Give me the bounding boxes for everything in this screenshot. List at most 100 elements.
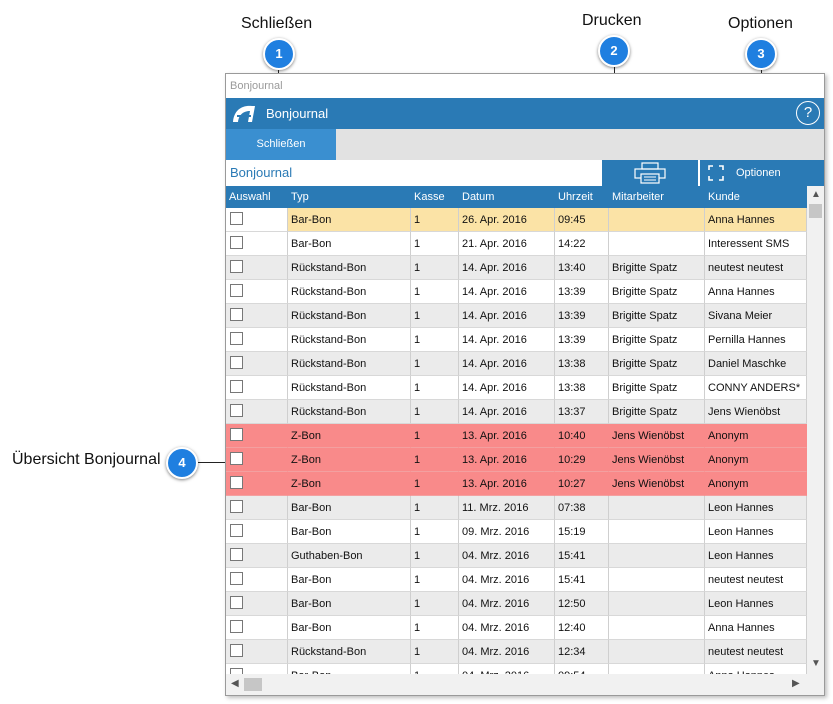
cell-kasse: 1 — [411, 280, 459, 304]
table-row[interactable]: Guthaben-Bon 1 04. Mrz. 2016 15:41 Leon Hann… — [226, 544, 807, 568]
cell-mitarbeiter — [609, 664, 705, 674]
table-row[interactable]: Rückstand-Bon 1 14. Apr. 2016 13:40 Brigitte… — [226, 256, 807, 280]
table-header: Auswahl Typ Kasse Datum Uhrzeit Mitarbei… — [226, 186, 807, 208]
row-select-checkbox[interactable] — [230, 524, 243, 537]
options-button[interactable]: Optionen — [700, 160, 824, 186]
cell-datum: 11. Mrz. 2016 — [459, 496, 555, 520]
row-select-checkbox[interactable] — [230, 404, 243, 417]
close-button[interactable]: Schließen — [226, 129, 336, 160]
help-icon[interactable]: ? — [796, 101, 820, 125]
row-select-checkbox[interactable] — [230, 596, 243, 609]
table-row[interactable]: Rückstand-Bon 1 04. Mrz. 2016 12:34 neutest … — [226, 640, 807, 664]
row-select-checkbox[interactable] — [230, 644, 243, 657]
cell-kasse: 1 — [411, 544, 459, 568]
table-row[interactable]: Bar-Bon 1 11. Mrz. 2016 07:38 Leon Hannes — [226, 496, 807, 520]
table-row[interactable]: Bar-Bon 1 09. Mrz. 2016 15:19 Leon Hannes — [226, 520, 807, 544]
cell-auswahl — [226, 616, 288, 640]
options-label: Optionen — [736, 167, 781, 179]
cell-uhrzeit: 10:40 — [555, 424, 609, 448]
horizontal-scrollbar[interactable]: ◀ ▶ — [226, 674, 807, 695]
cell-auswahl — [226, 232, 288, 256]
row-select-checkbox[interactable] — [230, 428, 243, 441]
cell-auswahl — [226, 448, 288, 472]
cell-uhrzeit: 15:19 — [555, 520, 609, 544]
cell-uhrzeit: 13:39 — [555, 328, 609, 352]
table-row[interactable]: Rückstand-Bon 1 14. Apr. 2016 13:39 Brigitte… — [226, 328, 807, 352]
cell-datum: 14. Apr. 2016 — [459, 304, 555, 328]
cell-kasse: 1 — [411, 592, 459, 616]
table-row[interactable]: Bar-Bon 1 26. Apr. 2016 09:45 Anna Hannes — [226, 208, 807, 232]
cell-kunde: neutest neutest — [705, 256, 807, 280]
cell-uhrzeit: 09:54 — [555, 664, 609, 674]
cell-typ: Rückstand-Bon — [288, 352, 411, 376]
scroll-left-icon[interactable]: ◀ — [231, 678, 239, 689]
row-select-checkbox[interactable] — [230, 476, 243, 489]
row-select-checkbox[interactable] — [230, 380, 243, 393]
cell-uhrzeit: 10:29 — [555, 448, 609, 472]
cell-mitarbeiter: Brigitte Spatz — [609, 304, 705, 328]
cell-kunde: Sivana Meier — [705, 304, 807, 328]
column-header-typ[interactable]: Typ — [288, 186, 411, 208]
row-select-checkbox[interactable] — [230, 308, 243, 321]
cell-mitarbeiter — [609, 208, 705, 232]
column-header-datum[interactable]: Datum — [459, 186, 555, 208]
table-row[interactable]: Rückstand-Bon 1 14. Apr. 2016 13:38 Brigitte… — [226, 376, 807, 400]
print-button[interactable] — [602, 160, 698, 186]
table-row[interactable]: Rückstand-Bon 1 14. Apr. 2016 13:38 Brigitte… — [226, 352, 807, 376]
row-select-checkbox[interactable] — [230, 332, 243, 345]
table-row[interactable]: Bar-Bon 1 04. Mrz. 2016 12:50 Leon Hannes — [226, 592, 807, 616]
table-row[interactable]: Z-Bon 1 13. Apr. 2016 10:40 Jens Wienöbst Ano… — [226, 424, 807, 448]
cell-mitarbeiter: Brigitte Spatz — [609, 400, 705, 424]
table-row[interactable]: Z-Bon 1 13. Apr. 2016 10:29 Jens Wienöbst Ano… — [226, 448, 807, 472]
cell-typ: Bar-Bon — [288, 592, 411, 616]
callout-label-overview: Übersicht Bonjournal — [12, 451, 161, 468]
cell-kasse: 1 — [411, 448, 459, 472]
cell-kunde: Leon Hannes — [705, 592, 807, 616]
cell-kunde: Leon Hannes — [705, 544, 807, 568]
cell-auswahl — [226, 496, 288, 520]
row-select-checkbox[interactable] — [230, 356, 243, 369]
scroll-up-icon[interactable]: ▲ — [811, 189, 821, 200]
column-header-kunde[interactable]: Kunde — [705, 186, 807, 208]
table-row[interactable]: Z-Bon 1 13. Apr. 2016 10:27 Jens Wienöbst Ano… — [226, 472, 807, 496]
column-header-kasse[interactable]: Kasse — [411, 186, 459, 208]
callout-badge-2: 2 — [598, 35, 630, 67]
table-row[interactable]: Rückstand-Bon 1 14. Apr. 2016 13:39 Brigitte… — [226, 304, 807, 328]
table-row[interactable]: Bar-Bon 1 04. Mrz. 2016 12:40 Anna Hannes — [226, 616, 807, 640]
cell-kasse: 1 — [411, 424, 459, 448]
section-title: Bonjournal — [230, 165, 293, 180]
cell-mitarbeiter — [609, 520, 705, 544]
row-select-checkbox[interactable] — [230, 260, 243, 273]
row-select-checkbox[interactable] — [230, 284, 243, 297]
cell-auswahl — [226, 208, 288, 232]
column-header-auswahl[interactable]: Auswahl — [226, 186, 288, 208]
row-select-checkbox[interactable] — [230, 500, 243, 513]
row-select-checkbox[interactable] — [230, 236, 243, 249]
horizontal-scroll-thumb[interactable] — [244, 678, 262, 691]
cell-datum: 13. Apr. 2016 — [459, 448, 555, 472]
cell-datum: 13. Apr. 2016 — [459, 424, 555, 448]
vertical-scroll-thumb[interactable] — [809, 204, 822, 218]
cell-datum: 09. Mrz. 2016 — [459, 520, 555, 544]
cell-kasse: 1 — [411, 616, 459, 640]
row-select-checkbox[interactable] — [230, 452, 243, 465]
table-row[interactable]: Rückstand-Bon 1 14. Apr. 2016 13:39 Brigitte… — [226, 280, 807, 304]
table-row[interactable]: Bar-Bon 1 04. Mrz. 2016 15:41 neutest neutes… — [226, 568, 807, 592]
scroll-down-icon[interactable]: ▼ — [811, 658, 821, 669]
table-row[interactable]: Bar-Bon 1 21. Apr. 2016 14:22 Interessent SM… — [226, 232, 807, 256]
row-select-checkbox[interactable] — [230, 572, 243, 585]
row-select-checkbox[interactable] — [230, 548, 243, 561]
column-header-mitarbeiter[interactable]: Mitarbeiter — [609, 186, 705, 208]
cell-mitarbeiter — [609, 544, 705, 568]
table-row[interactable]: Rückstand-Bon 1 14. Apr. 2016 13:37 Brigitte… — [226, 400, 807, 424]
table-row[interactable]: Bar-Bon104. Mrz. 201609:54 Anna Hannes — [226, 664, 807, 674]
vertical-scrollbar[interactable]: ▲ ▼ — [807, 186, 824, 674]
cell-mitarbeiter — [609, 568, 705, 592]
row-select-checkbox[interactable] — [230, 620, 243, 633]
cell-uhrzeit: 07:38 — [555, 496, 609, 520]
callout-label-options: Optionen — [728, 15, 793, 32]
column-header-uhrzeit[interactable]: Uhrzeit — [555, 186, 609, 208]
scroll-right-icon[interactable]: ▶ — [792, 678, 800, 689]
row-select-checkbox[interactable] — [230, 212, 243, 225]
cell-kunde: Jens Wienöbst — [705, 400, 807, 424]
